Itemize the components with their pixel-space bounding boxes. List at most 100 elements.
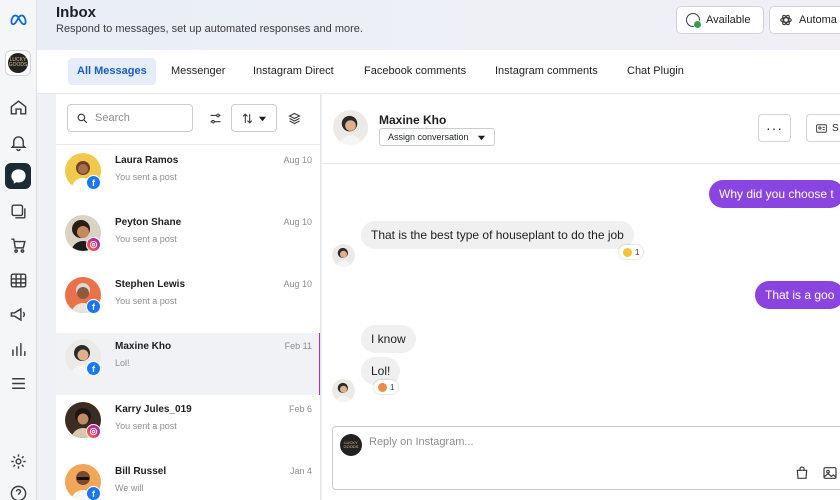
meta-logo-icon[interactable] — [5, 6, 31, 32]
conversation-row[interactable]: f Bill Russel We will Jan 4 — [56, 458, 320, 500]
contact-card-icon — [816, 123, 827, 133]
reaction-count: 1 — [390, 382, 395, 392]
inbox-icon[interactable] — [5, 163, 31, 189]
contact-details-button[interactable]: S — [806, 114, 840, 142]
heart-eyes-emoji-icon — [378, 382, 387, 392]
posts-icon[interactable] — [5, 198, 31, 224]
help-icon[interactable] — [5, 480, 31, 500]
message-date: Aug 10 — [283, 279, 312, 289]
message-preview: You sent a post — [115, 234, 177, 244]
reaction-count: 1 — [635, 247, 640, 257]
search-icon — [77, 113, 88, 123]
contact-name: Peyton Shane — [115, 217, 182, 228]
home-icon[interactable] — [5, 94, 31, 120]
contact-avatar-small — [332, 244, 355, 267]
message-preview: You sent a post — [115, 421, 177, 431]
message-date: Aug 10 — [283, 155, 312, 165]
facebook-badge-icon: f — [86, 361, 101, 376]
contact-name: Bill Russel — [115, 466, 167, 477]
availability-label: Available — [706, 14, 751, 26]
business-avatar: LUCKY GOODS — [340, 434, 362, 456]
insights-icon[interactable] — [5, 336, 31, 362]
page-header: Inbox Respond to messages, set up automa… — [37, 0, 840, 50]
reply-composer: LUCKY GOODS — [332, 426, 840, 490]
chevron-down-icon — [258, 116, 267, 121]
message-date: Jan 4 — [289, 466, 312, 476]
chat-pane: Maxine Kho Assign conversation ··· S Why… — [322, 94, 840, 500]
automations-button[interactable]: Automa — [769, 6, 840, 34]
incoming-message[interactable]: That is the best type of houseplant to d… — [361, 221, 634, 249]
contact-details-label: S — [832, 122, 839, 134]
page-title: Inbox — [56, 4, 96, 21]
clap-emoji-icon — [623, 247, 632, 257]
facebook-badge-icon: f — [86, 486, 101, 500]
layers-icon[interactable] — [285, 104, 303, 132]
message-preview: You sent a post — [115, 296, 177, 306]
sort-arrows-icon — [242, 112, 253, 124]
outgoing-message[interactable]: Why did you choose t — [709, 180, 840, 208]
planner-icon[interactable] — [5, 267, 31, 293]
conversation-row[interactable]: f Stephen Lewis You sent a post Aug 10 — [56, 271, 320, 333]
availability-status-icon — [686, 13, 702, 29]
chat-contact-name: Maxine Kho — [379, 113, 447, 127]
shopping-bag-icon[interactable] — [794, 465, 810, 481]
contact-avatar — [333, 110, 368, 145]
tab-messenger[interactable]: Messenger — [162, 58, 234, 85]
message-preview: We will — [115, 483, 144, 493]
conversation-row-selected[interactable]: f Maxine Kho Lol! Feb 11 — [56, 333, 320, 395]
message-reaction[interactable]: 1 — [619, 245, 644, 259]
bell-icon[interactable] — [5, 129, 31, 155]
tab-instagram-direct[interactable]: Instagram Direct — [244, 58, 343, 85]
message-date: Feb 11 — [284, 341, 312, 351]
automations-label: Automa — [799, 14, 837, 26]
contact-name: Stephen Lewis — [115, 279, 186, 290]
business-avatar-text: LUCKY GOODS — [8, 53, 28, 73]
conversation-row[interactable]: ◎ Karry Jules_019 You sent a post Feb 6 — [56, 396, 320, 458]
settings-gear-icon[interactable] — [5, 448, 31, 474]
facebook-badge-icon: f — [86, 175, 101, 190]
message-reaction[interactable]: 1 — [374, 380, 399, 394]
contact-name: Maxine Kho — [115, 341, 172, 352]
tab-facebook-comments[interactable]: Facebook comments — [355, 58, 475, 85]
outgoing-message[interactable]: That is a goo — [755, 281, 840, 309]
facebook-badge-icon: f — [86, 299, 101, 314]
incoming-message[interactable]: I know — [361, 325, 416, 353]
search-input[interactable] — [95, 112, 185, 124]
chat-header: Maxine Kho Assign conversation ··· S — [322, 94, 840, 164]
message-date: Feb 6 — [288, 404, 312, 414]
contact-name: Laura Ramos — [115, 155, 179, 166]
left-rail: LUCKY GOODS — [0, 0, 37, 500]
search-box[interactable] — [67, 104, 193, 132]
assign-conversation-dropdown[interactable]: Assign conversation — [379, 128, 495, 146]
page-subtitle: Respond to messages, set up automated re… — [56, 23, 363, 35]
chevron-down-icon — [477, 135, 485, 140]
megaphone-icon[interactable] — [5, 301, 31, 327]
message-preview: You sent a post — [115, 172, 177, 182]
conversation-row[interactable]: ◎ Peyton Shane You sent a post Aug 10 — [56, 209, 320, 271]
sort-dropdown[interactable] — [231, 104, 277, 132]
instagram-badge-icon: ◎ — [86, 424, 101, 439]
conversation-row[interactable]: f Laura Ramos You sent a post Aug 10 — [56, 147, 320, 209]
tab-all-messages[interactable]: All Messages — [68, 58, 156, 85]
contact-name: Karry Jules_019 — [115, 404, 192, 415]
message-date: Aug 10 — [283, 217, 312, 227]
menu-icon[interactable] — [5, 370, 31, 396]
instagram-badge-icon: ◎ — [86, 237, 101, 252]
ellipsis-icon: ··· — [766, 120, 783, 136]
list-divider — [56, 144, 320, 145]
assign-conversation-label: Assign conversation — [388, 132, 469, 142]
filter-icon[interactable] — [206, 104, 224, 132]
contact-avatar-small — [332, 379, 355, 402]
tab-chat-plugin[interactable]: Chat Plugin — [618, 58, 693, 85]
channel-tabs: All Messages Messenger Instagram Direct … — [37, 50, 840, 94]
availability-button[interactable]: Available — [676, 6, 764, 34]
more-options-button[interactable]: ··· — [758, 114, 791, 142]
image-icon[interactable] — [822, 465, 838, 481]
message-preview: Lol! — [115, 358, 130, 368]
automations-icon — [780, 14, 792, 26]
conversation-list: f Laura Ramos You sent a post Aug 10 ◎ P… — [56, 94, 321, 500]
business-avatar[interactable]: LUCKY GOODS — [5, 50, 31, 76]
reply-input[interactable] — [369, 436, 669, 448]
shop-cart-icon[interactable] — [5, 232, 31, 258]
tab-instagram-comments[interactable]: Instagram comments — [486, 58, 607, 85]
